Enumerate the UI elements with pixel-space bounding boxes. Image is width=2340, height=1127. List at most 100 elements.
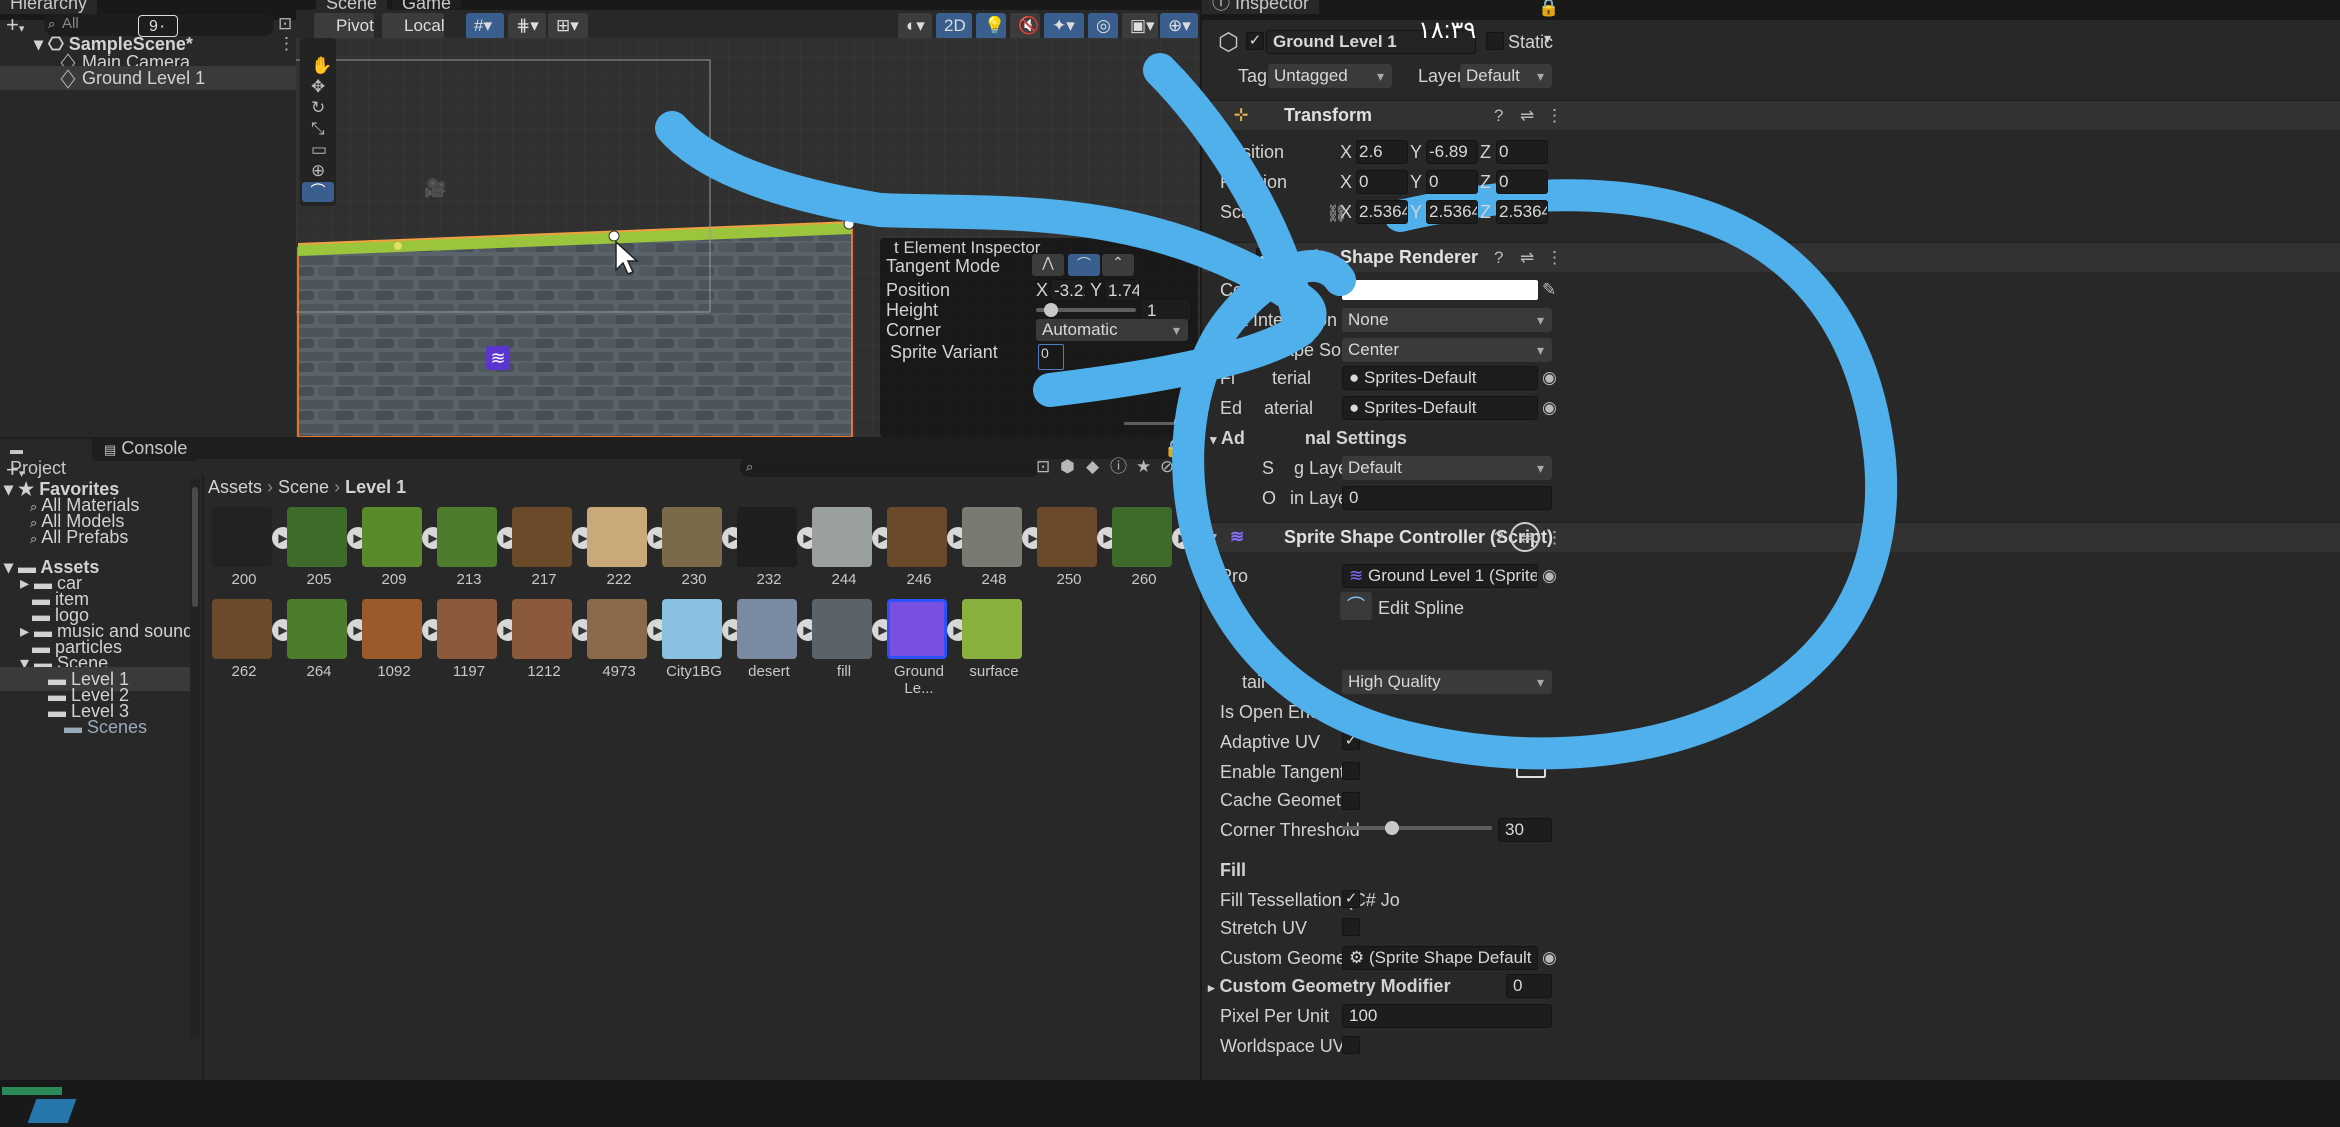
move-tool-icon[interactable]: ✥ — [311, 77, 325, 97]
pixel-per-unit-field[interactable]: 100 — [1342, 1004, 1552, 1028]
enable-tangents-checkbox[interactable] — [1342, 762, 1360, 780]
position-x-field[interactable]: -3.21 — [1050, 279, 1086, 301]
edge-material-field[interactable]: ● Sprites-Default — [1342, 396, 1538, 420]
grid-button[interactable]: ⋕▾ — [508, 13, 546, 39]
increment-snap-button[interactable]: ⊞▾ — [548, 13, 588, 39]
sprite-variant-thumb[interactable]: 0 — [1038, 344, 1064, 370]
breadcrumb-level-1[interactable]: Level 1 — [345, 477, 406, 497]
tab-inspector[interactable]: ⓘ Inspector — [1202, 0, 1320, 14]
scl-x-field[interactable]: 2.53644 — [1356, 200, 1408, 224]
eyedropper-icon[interactable]: ✎ — [1542, 280, 1556, 300]
tangent-linear-button[interactable]: ⋀ — [1032, 254, 1064, 276]
additional-settings-header[interactable]: ▾ Ad nal Settings — [1210, 428, 1407, 449]
corner-threshold-slider[interactable] — [1342, 826, 1492, 830]
cache-geometry-checkbox[interactable] — [1342, 792, 1360, 810]
sprite-shape-controller-header[interactable]: ▾ ≋ Sprite Shape Controller (Script) — [1202, 522, 2340, 552]
object-picker-icon[interactable]: ◉ — [1542, 398, 1557, 418]
active-checkbox[interactable]: ✓ — [1246, 32, 1264, 50]
corner-threshold-knob[interactable] — [1384, 821, 1399, 835]
tree-scrollbar[interactable] — [190, 479, 200, 1039]
variant-zoom-knob[interactable] — [1174, 416, 1186, 428]
hidden-packages-icon[interactable]: ⊘ — [1160, 457, 1174, 477]
2d-toggle[interactable]: 2D — [936, 13, 972, 39]
help-icon[interactable]: ? — [1494, 248, 1503, 268]
hand-tool-icon[interactable]: ✋ — [311, 56, 332, 76]
panel-menu-icon[interactable]: ⋮ — [1182, 439, 1199, 459]
worldspace-uv-checkbox[interactable] — [1342, 1036, 1360, 1054]
scene-visibility-icon[interactable]: ⊡ — [278, 14, 292, 34]
open-ended-checkbox[interactable] — [1342, 702, 1360, 720]
presets-icon[interactable]: ⇌ — [1520, 106, 1534, 126]
tangent-continuous-button[interactable]: ⌒ — [1068, 254, 1100, 276]
height-field[interactable]: 1 — [1140, 299, 1192, 321]
rect-tool-icon[interactable]: ▭ — [311, 140, 327, 160]
pos-y-field[interactable]: -6.89 — [1426, 140, 1478, 164]
filter-type-icon[interactable]: ⊡ — [1036, 457, 1050, 477]
favorite-all-prefabs[interactable]: ⌕ All Prefabs — [0, 525, 200, 549]
hierarchy-item-ground-level-1[interactable]: Ground Level 1 — [0, 66, 296, 90]
effects-toggle[interactable]: ✦▾ — [1044, 13, 1084, 39]
scl-y-field[interactable]: 2.53644 — [1426, 200, 1478, 224]
renderer-enabled-checkbox[interactable]: ✓ — [1256, 248, 1274, 266]
mask-interaction-dropdown[interactable]: None — [1342, 308, 1552, 332]
camera-button[interactable]: ▣▾ — [1122, 13, 1158, 39]
position-y-field[interactable]: 1.746 — [1104, 279, 1140, 301]
edit-spline-tool-icon[interactable]: ⌒ — [302, 182, 334, 202]
corner-dropdown[interactable]: Automatic — [1036, 319, 1188, 341]
rotate-tool-icon[interactable]: ↻ — [311, 98, 325, 118]
filter-label-icon[interactable]: ⬢ — [1060, 457, 1075, 477]
pos-x-field[interactable]: 2.6 — [1356, 140, 1408, 164]
static-dropdown-icon[interactable]: ▾ — [1544, 30, 1551, 47]
info-icon[interactable]: ⓘ — [1110, 457, 1127, 477]
help-icon[interactable]: ? — [1494, 106, 1503, 126]
stretch-uv-checkbox[interactable] — [1342, 918, 1360, 936]
asset-item[interactable]: ▶ 260 — [1106, 507, 1198, 607]
favorite-star-icon[interactable]: ★ — [1136, 457, 1151, 477]
asset-item[interactable]: surface — [956, 599, 1048, 699]
object-picker-icon[interactable]: ◉ — [1542, 566, 1557, 586]
tag-icon[interactable]: ◆ — [1086, 457, 1099, 477]
tree-divider[interactable] — [202, 475, 204, 1080]
height-slider-knob[interactable] — [1044, 303, 1058, 317]
custom-geometry-modifier-header[interactable]: ▸ Custom Geometry Modifier — [1208, 976, 1451, 997]
scale-tool-icon[interactable]: ⤡ — [311, 119, 325, 139]
sort-point-dropdown[interactable]: Center — [1342, 338, 1552, 362]
scene-canvas[interactable]: 🎥 ≋ ✋ ✥ ↻ ⤡ ▭ ⊕ ⌒ t Element Inspector Ta… — [296, 38, 1200, 437]
tab-console[interactable]: ▤ Console — [94, 439, 198, 461]
fill-tessellation-checkbox[interactable]: ✓ — [1342, 890, 1360, 908]
layer-dropdown[interactable]: Default — [1460, 64, 1552, 88]
lock-icon[interactable]: 🔒 — [1538, 0, 1559, 18]
gizmos-button[interactable]: ⊕▾ — [1160, 13, 1198, 39]
expand-play-icon[interactable]: ▶ — [1172, 527, 1194, 549]
object-picker-icon[interactable]: ◉ — [1542, 948, 1557, 968]
variant-zoom-slider[interactable] — [1124, 422, 1180, 425]
breadcrumb-assets[interactable]: Assets — [208, 477, 262, 497]
component-menu-icon[interactable]: ⋮ — [1546, 528, 1563, 548]
pivot-dropdown[interactable]: Pivot ▾ — [314, 13, 374, 61]
audio-toggle[interactable]: 🔇 — [1010, 13, 1040, 39]
local-dropdown[interactable]: Local ▾ — [382, 13, 445, 61]
presets-icon[interactable]: ⇌ — [1520, 248, 1534, 268]
color-swatch[interactable] — [1342, 280, 1538, 300]
tag-dropdown[interactable]: Untagged — [1268, 64, 1392, 88]
component-menu-icon[interactable]: ⋮ — [1546, 248, 1563, 268]
rot-x-field[interactable]: 0 — [1356, 170, 1408, 194]
edit-spline-button[interactable]: ⌒ — [1340, 592, 1372, 620]
tangent-broken-button[interactable]: ⌃ — [1102, 254, 1134, 276]
project-search[interactable]: ⌕ — [740, 457, 1040, 477]
shading-mode-button[interactable]: ◐▾ — [898, 13, 932, 39]
custom-geometry-creator-field[interactable]: ⚙ (Sprite Shape Default Creator) — [1342, 946, 1538, 970]
fill-material-field[interactable]: ● Sprites-Default — [1342, 366, 1538, 390]
scl-z-field[interactable]: 2.53644 — [1496, 200, 1548, 224]
order-in-layer-field[interactable]: 0 — [1342, 486, 1552, 510]
grid-snap-button[interactable]: #▾ — [466, 13, 504, 39]
transform-tool-icon[interactable]: ⊕ — [311, 161, 325, 181]
visibility-toggle[interactable]: ◎ — [1088, 13, 1118, 39]
profile-field[interactable]: ≋ Ground Level 1 (Sprite Shape) — [1342, 564, 1538, 588]
help-icon[interactable]: ? — [1494, 528, 1503, 548]
breadcrumb-scene[interactable]: Scene — [278, 477, 329, 497]
rot-z-field[interactable]: 0 — [1496, 170, 1548, 194]
detail-dropdown[interactable]: High Quality — [1342, 670, 1552, 694]
static-checkbox[interactable] — [1486, 32, 1504, 50]
object-picker-icon[interactable]: ◉ — [1542, 368, 1557, 388]
